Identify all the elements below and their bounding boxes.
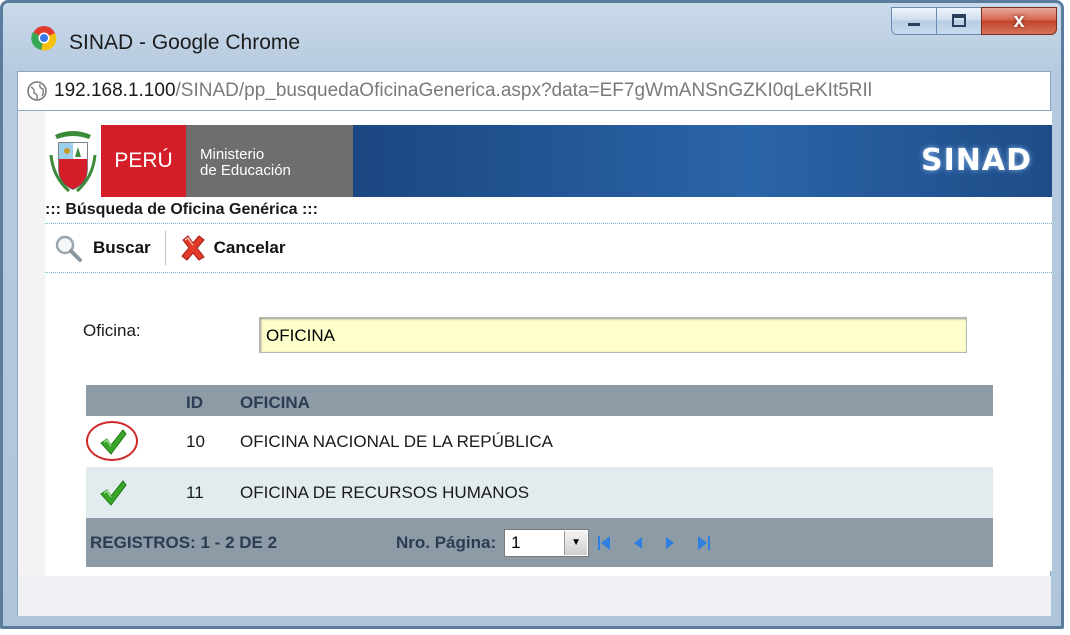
grid-header: ID OFICINA	[86, 385, 993, 416]
first-page-icon[interactable]	[597, 534, 611, 552]
window-controls: x	[891, 7, 1057, 35]
row-select-cell[interactable]	[86, 416, 176, 467]
page-number-select[interactable]: 1 ▼	[504, 528, 590, 557]
search-button[interactable]: Buscar	[53, 228, 151, 268]
dropdown-arrow-icon[interactable]: ▼	[564, 530, 588, 555]
office-input[interactable]: OFICINA	[259, 317, 967, 353]
grid-footer: REGISTROS: 1 - 2 DE 2 Nro. Página: 1 ▼	[86, 518, 993, 567]
bottom-margin	[18, 576, 1051, 616]
previous-page-icon[interactable]	[633, 534, 643, 552]
pager-nav	[597, 534, 733, 552]
row-office-name: OFICINA NACIONAL DE LA REPÚBLICA	[240, 431, 554, 451]
window-title: SINAD - Google Chrome	[69, 31, 301, 54]
page-number-value: 1	[511, 532, 521, 552]
url-path: /SINAD/pp_busquedaOficinaGenerica.aspx?d…	[175, 80, 873, 101]
row-select-cell[interactable]	[86, 467, 176, 518]
pager: Nro. Página: 1 ▼	[396, 528, 733, 557]
column-header-select	[86, 385, 176, 416]
cancel-button[interactable]: Cancelar	[178, 228, 286, 268]
page-info-icon[interactable]	[26, 80, 48, 102]
column-header-id: ID	[186, 393, 203, 412]
select-check-icon[interactable]	[98, 428, 128, 456]
title-bar: SINAD - Google Chrome x	[3, 3, 1061, 55]
address-bar[interactable]: 192.168.1.100/SINAD/pp_busquedaOficinaGe…	[17, 71, 1051, 111]
search-icon	[55, 235, 82, 262]
close-button[interactable]: x	[981, 7, 1057, 35]
search-button-label: Buscar	[93, 238, 151, 257]
page-title: ::: Búsqueda de Oficina Genérica :::	[45, 201, 1052, 224]
url-text: 192.168.1.100/SINAD/pp_busquedaOficinaGe…	[54, 80, 872, 102]
last-page-icon[interactable]	[697, 534, 711, 552]
records-count: REGISTROS: 1 - 2 DE 2	[90, 532, 278, 552]
browser-window: SINAD - Google Chrome x 192.168.1.100/SI…	[0, 0, 1064, 629]
toolbar: Buscar Cancelar	[45, 224, 1052, 273]
system-name: SINAD	[921, 143, 1032, 178]
table-row[interactable]: 10 OFICINA NACIONAL DE LA REPÚBLICA	[86, 416, 993, 467]
close-icon: x	[1013, 9, 1025, 32]
results-grid: ID OFICINA 10 OFICINA NACIONAL DE LA REP…	[86, 385, 993, 567]
table-row[interactable]: 11 OFICINA DE RECURSOS HUMANOS	[86, 467, 993, 518]
page-viewport: PERÚ Ministerio de Educación SINAD ::: B…	[17, 111, 1052, 616]
toolbar-divider	[164, 231, 166, 265]
maximize-icon	[952, 14, 966, 27]
page-number-label: Nro. Página:	[396, 532, 497, 552]
next-page-icon[interactable]	[665, 534, 675, 552]
select-check-icon[interactable]	[98, 479, 128, 507]
ministry-label: Ministerio de Educación	[186, 125, 353, 197]
cancel-button-label: Cancelar	[213, 238, 286, 257]
row-office-name: OFICINA DE RECURSOS HUMANOS	[240, 482, 530, 502]
column-header-office: OFICINA	[240, 393, 310, 412]
page-content: PERÚ Ministerio de Educación SINAD ::: B…	[45, 111, 1052, 571]
office-field-label: Oficina:	[83, 321, 141, 340]
cancel-icon	[180, 235, 205, 261]
url-host: 192.168.1.100	[54, 80, 176, 101]
coat-of-arms-icon	[49, 131, 97, 193]
ministry-line-1: Ministerio	[200, 146, 265, 163]
left-margin	[18, 111, 45, 616]
minimize-button[interactable]	[891, 7, 937, 35]
row-id: 11	[186, 482, 204, 502]
peru-shield-logo	[45, 125, 101, 197]
maximize-button[interactable]	[936, 7, 982, 35]
minimize-icon	[908, 23, 920, 26]
country-label: PERÚ	[101, 125, 186, 197]
header-banner: PERÚ Ministerio de Educación SINAD	[45, 125, 1052, 197]
ministry-line-2: de Educación	[200, 162, 291, 179]
chrome-logo-icon	[31, 26, 57, 51]
row-id: 10	[186, 431, 205, 451]
